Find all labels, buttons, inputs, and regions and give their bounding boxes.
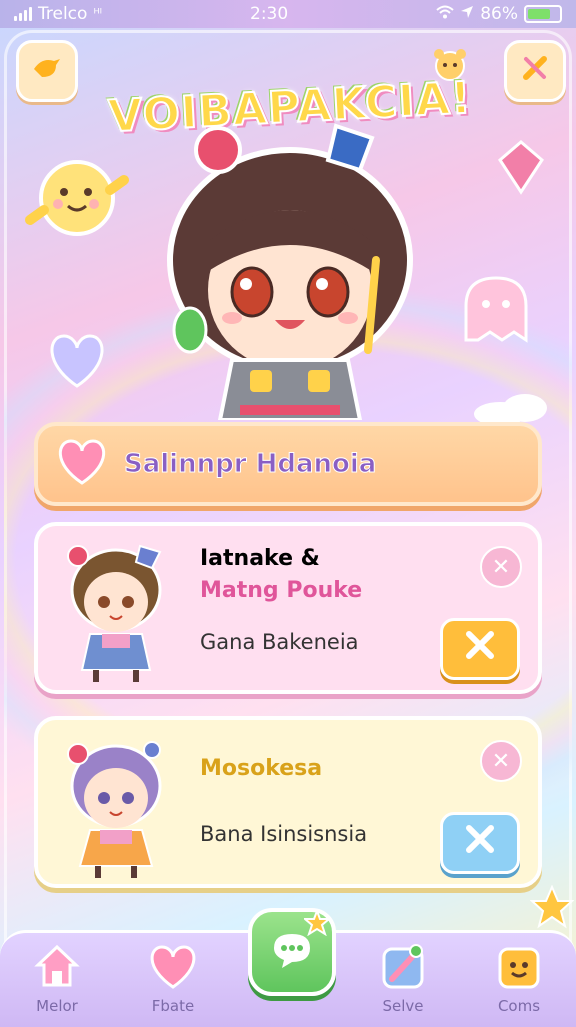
- banner-label: Salinnpr Hdanoia: [123, 449, 377, 480]
- character-card[interactable]: Mosokesa Bana Isinsisnsia ✕: [34, 716, 542, 888]
- heart-icon: [56, 439, 108, 489]
- edit-tools-button[interactable]: [440, 812, 520, 874]
- heart-icon: [148, 941, 198, 991]
- kite-decoration-icon: [498, 140, 544, 195]
- edit-icon: [378, 941, 428, 991]
- ghost-decoration-icon: [464, 276, 528, 343]
- close-button[interactable]: ✕: [480, 740, 522, 782]
- status-right: 86%: [436, 4, 562, 24]
- character-avatar: [67, 544, 162, 682]
- tools-cross-icon: [463, 822, 497, 864]
- card-title-line-1: Mosokesa: [200, 756, 323, 781]
- nav-item-home[interactable]: Melor: [12, 941, 102, 1015]
- network-label: ᴴᴵ: [93, 6, 103, 22]
- card-subtitle: Bana Isinsisnsia: [200, 822, 368, 846]
- star-mascot-icon: [25, 160, 129, 236]
- card-title-line-1: Iatnake &: [200, 546, 320, 571]
- status-bar: Trelco ᴴᴵ 2:30 86%: [0, 0, 576, 28]
- card-title-line-2: Matng Pouke: [200, 578, 363, 603]
- bird-icon: [32, 55, 62, 88]
- signal-icon: [14, 7, 32, 21]
- nav-label: Fbate: [151, 997, 195, 1015]
- edit-tools-button[interactable]: [440, 618, 520, 680]
- battery-icon: [524, 5, 562, 23]
- mascot-character: [167, 123, 413, 420]
- carrier-label: Trelco: [38, 4, 88, 24]
- house-icon: [32, 941, 82, 991]
- heart-decoration-icon: [50, 334, 104, 388]
- tools-cross-icon: [463, 628, 497, 670]
- close-icon: ✕: [491, 554, 511, 580]
- back-button[interactable]: [16, 40, 78, 102]
- clock: 2:30: [250, 4, 289, 24]
- wrench-icon: [520, 53, 550, 90]
- chat-icon: [270, 930, 314, 974]
- character-card[interactable]: Iatnake & Matng Pouke Gana Bakeneia ✕: [34, 522, 542, 694]
- star-decoration-icon: [530, 885, 574, 929]
- featured-banner[interactable]: Salinnpr Hdanoia: [34, 422, 542, 506]
- smiley-icon: [494, 941, 544, 991]
- status-left: Trelco ᴴᴵ: [14, 4, 102, 24]
- close-button[interactable]: ✕: [480, 546, 522, 588]
- nav-label: Coms: [497, 997, 541, 1015]
- character-avatar: [67, 741, 162, 878]
- nav-item-coms[interactable]: Coms: [474, 941, 564, 1015]
- location-icon: [460, 4, 474, 24]
- nav-label: Melor: [36, 997, 78, 1015]
- battery-percent: 86%: [480, 4, 518, 24]
- nav-item-favorites[interactable]: Fbate: [128, 941, 218, 1015]
- card-subtitle: Gana Bakeneia: [200, 630, 359, 654]
- tools-button[interactable]: [504, 40, 566, 102]
- cloud-decoration-icon: [474, 394, 547, 426]
- close-icon: ✕: [491, 748, 511, 774]
- wifi-icon: [436, 4, 454, 24]
- nav-label: Selve: [382, 997, 424, 1015]
- nav-item-save[interactable]: Selve: [358, 941, 448, 1015]
- star-badge-icon: [304, 910, 330, 936]
